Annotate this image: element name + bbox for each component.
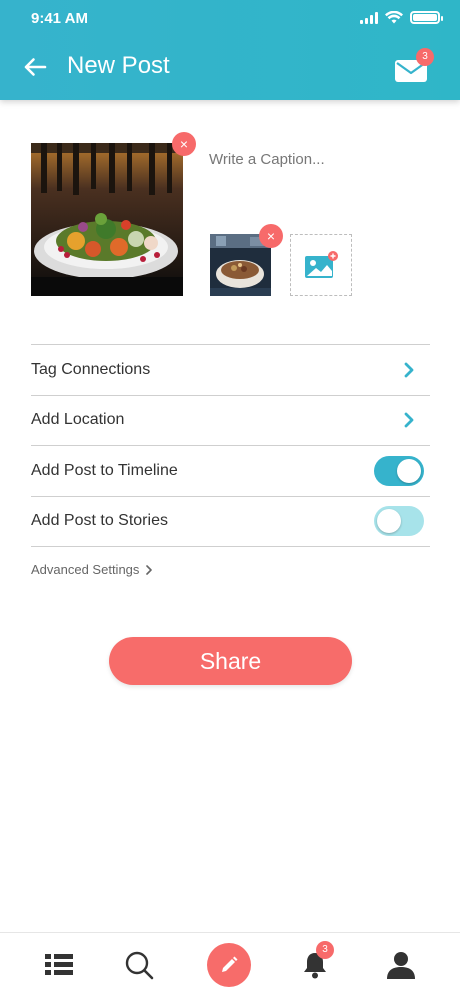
stories-toggle[interactable]: [374, 506, 424, 537]
back-button[interactable]: [18, 50, 52, 84]
notification-badge: 3: [316, 941, 334, 959]
pencil-icon: [222, 956, 238, 972]
remove-photo-button[interactable]: ×: [172, 132, 196, 156]
share-button[interactable]: Share: [109, 637, 352, 685]
toggle-knob: [397, 458, 421, 483]
status-time: 9:41 AM: [31, 10, 88, 27]
row-label: Add Post to Timeline: [31, 461, 178, 479]
bottom-tab-bar: 3: [0, 932, 460, 996]
tab-notifications[interactable]: 3: [297, 941, 334, 983]
remove-thumb-button[interactable]: ×: [259, 224, 283, 248]
stories-toggle-row: Add Post to Stories: [31, 497, 430, 547]
timeline-toggle[interactable]: [374, 455, 424, 486]
status-icons: [360, 11, 443, 24]
profile-icon: [387, 952, 415, 979]
advanced-settings-link[interactable]: Advanced Settings: [31, 562, 153, 577]
arrow-left-icon: [24, 58, 47, 76]
mail-badge: 3: [416, 48, 434, 66]
advanced-settings-label: Advanced Settings: [31, 562, 140, 577]
add-location-row[interactable]: Add Location: [31, 396, 430, 446]
tab-search[interactable]: [121, 947, 157, 983]
add-photo-button[interactable]: [290, 234, 352, 296]
row-label: Add Location: [31, 411, 125, 429]
chevron-right-icon: [404, 412, 414, 428]
search-icon: [125, 951, 154, 980]
row-label: Tag Connections: [31, 360, 151, 378]
add-image-icon: [305, 251, 338, 278]
wifi-icon: [385, 11, 403, 24]
selected-photo[interactable]: [31, 143, 183, 296]
signal-icon: [360, 11, 378, 24]
row-label: Add Post to Stories: [31, 512, 168, 530]
tab-feed[interactable]: [41, 947, 77, 983]
toggle-knob: [377, 509, 401, 534]
caption-input[interactable]: [209, 146, 429, 172]
tag-connections-row[interactable]: Tag Connections: [31, 345, 430, 396]
tab-compose[interactable]: [207, 943, 251, 987]
battery-icon: [410, 11, 443, 24]
messages-button[interactable]: 3: [392, 48, 440, 88]
app-header: 9:41 AM New Post 3: [0, 0, 460, 100]
page-title: New Post: [67, 52, 170, 79]
food-plate-image: [31, 143, 183, 296]
close-icon: ×: [266, 228, 276, 244]
feed-icon: [45, 954, 73, 975]
timeline-toggle-row: Add Post to Timeline: [31, 446, 430, 497]
chevron-right-icon: [404, 362, 414, 378]
chevron-right-icon: [146, 564, 153, 575]
tab-profile[interactable]: [383, 947, 419, 983]
post-settings-list: Tag Connections Add Location Add Post to…: [31, 344, 430, 547]
close-icon: ×: [179, 136, 189, 152]
status-bar: 9:41 AM: [0, 0, 460, 38]
